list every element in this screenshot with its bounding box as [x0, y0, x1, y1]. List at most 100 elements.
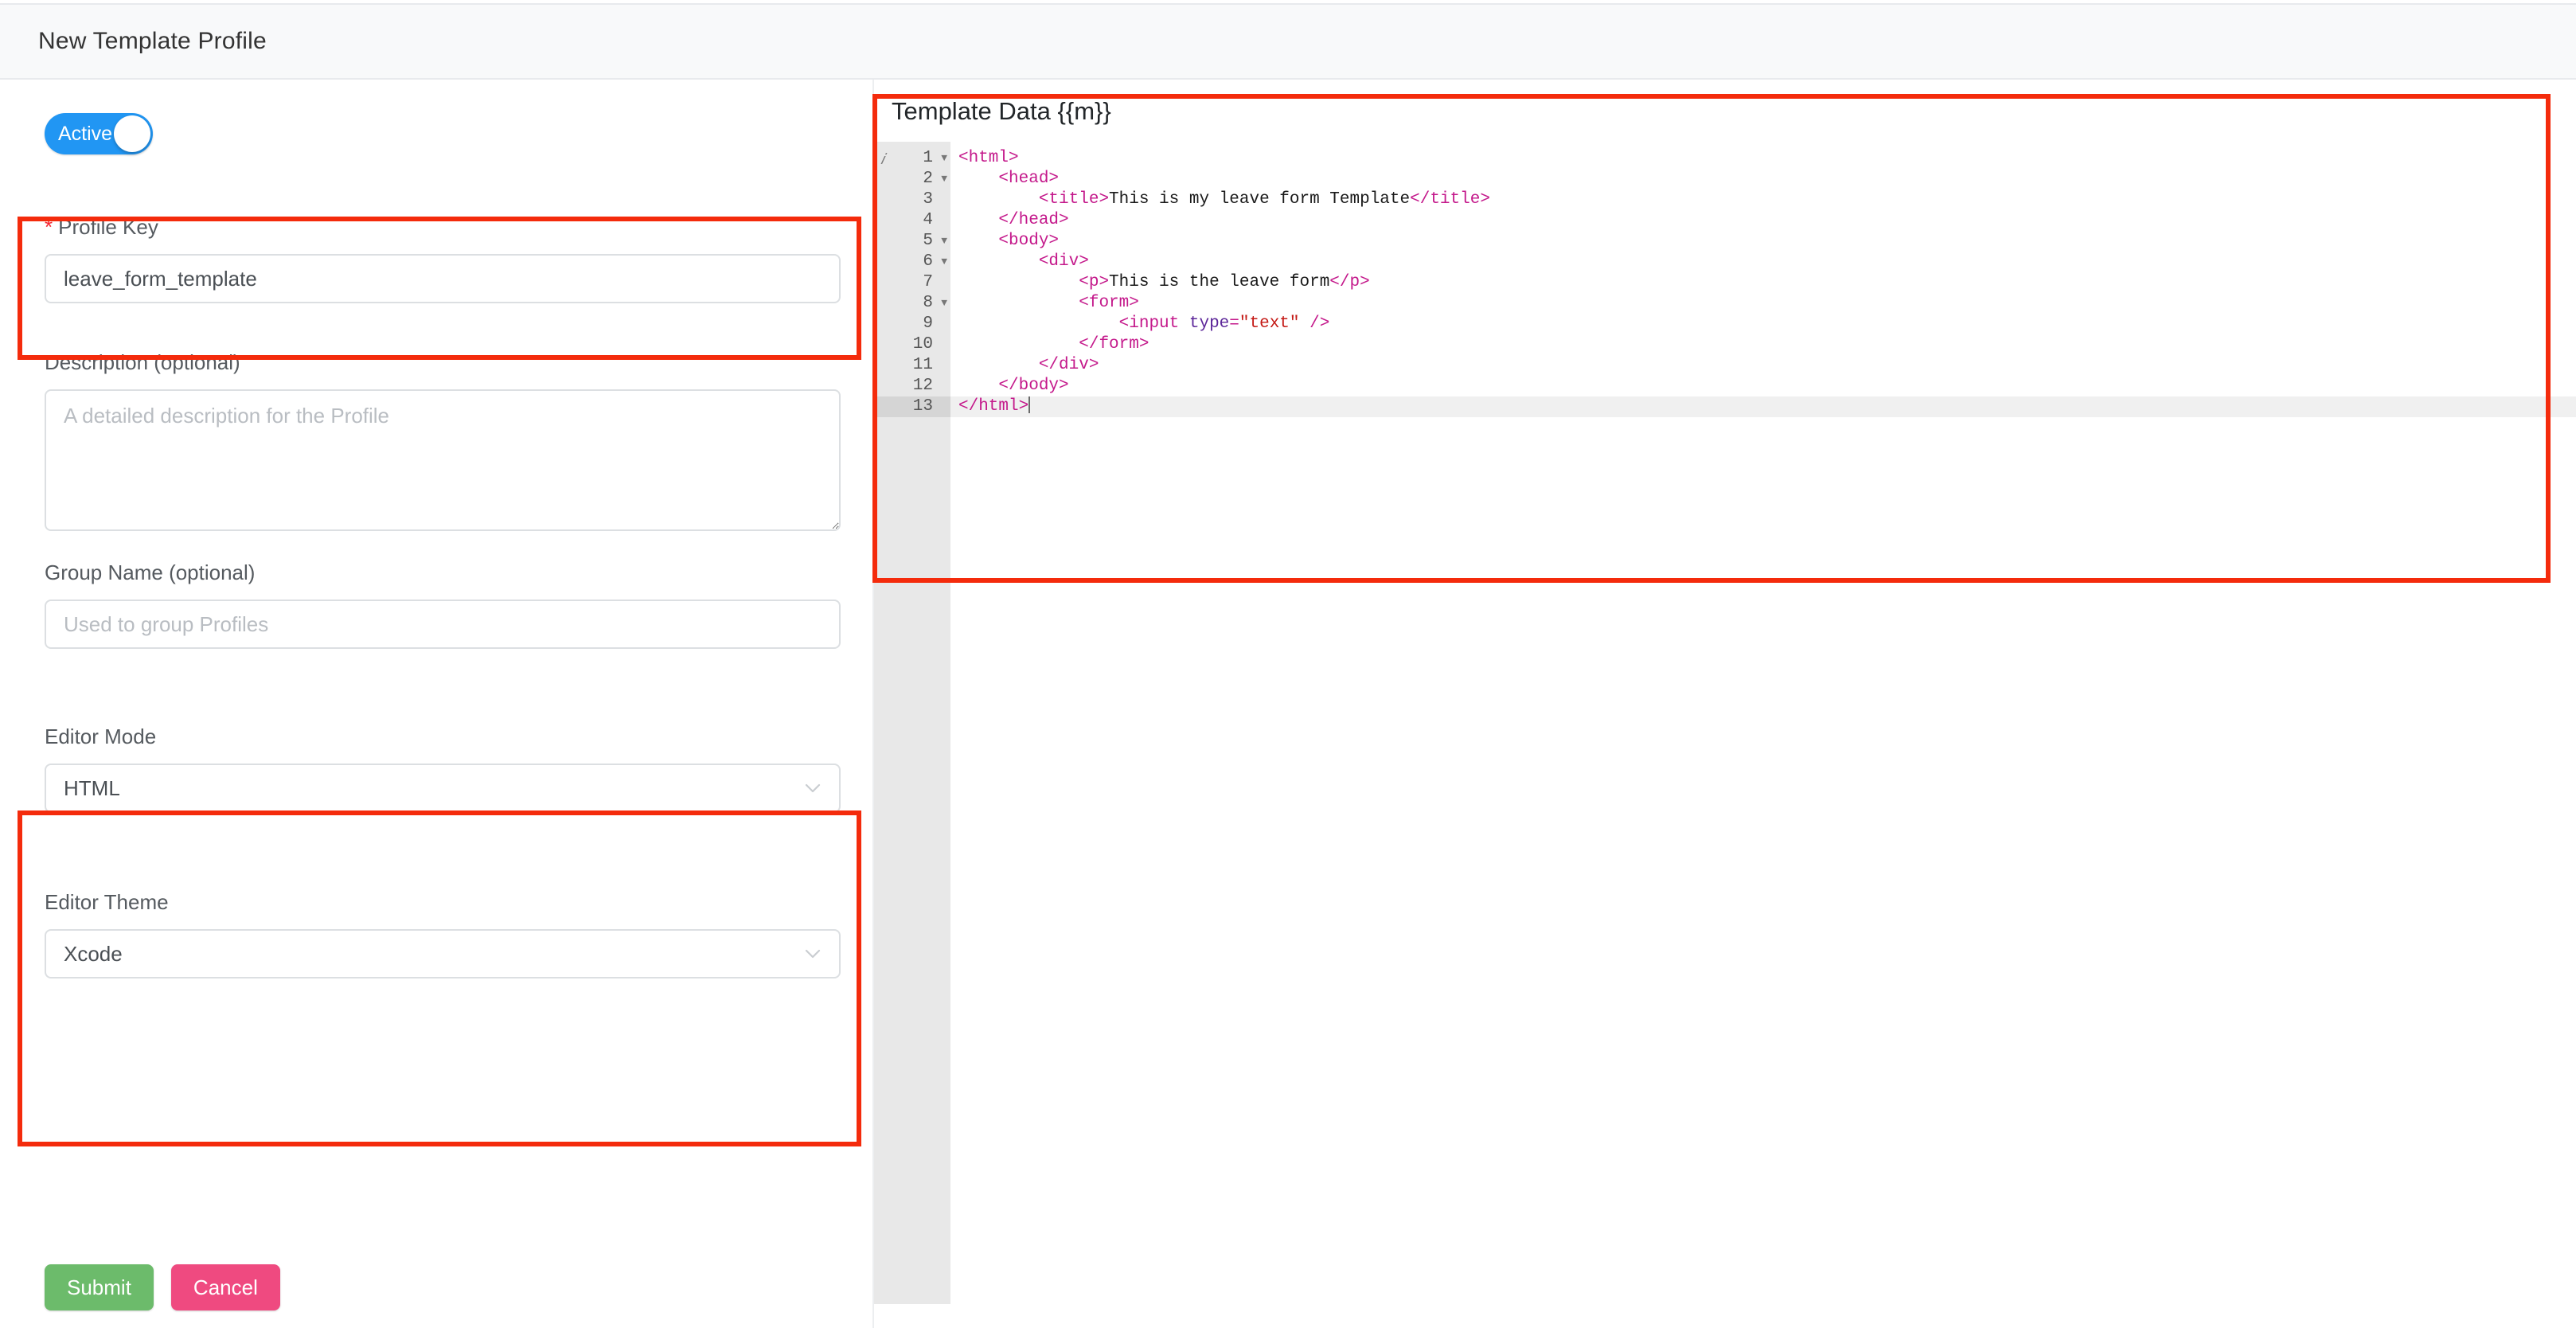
profile-key-input[interactable]	[45, 254, 841, 303]
gutter-line-number[interactable]: 3	[874, 189, 950, 210]
editor-theme-field: Editor Theme Xcode	[45, 890, 841, 978]
code-line[interactable]: <title>This is my leave form Template</t…	[950, 189, 2576, 210]
cancel-button[interactable]: Cancel	[170, 1264, 280, 1310]
gutter-line-number[interactable]: 2 ▼	[874, 169, 950, 189]
toggle-knob-icon	[114, 115, 150, 152]
code-line[interactable]: </body>	[950, 376, 2576, 396]
group-name-label: Group Name (optional)	[45, 560, 256, 584]
code-token-tag: <body>	[998, 232, 1060, 250]
gutter-line-number[interactable]: 1 ▼	[874, 148, 950, 169]
gutter-line-number[interactable]: 9	[874, 314, 950, 334]
gutter-line-number[interactable]: 12	[874, 376, 950, 396]
description-field: Description (optional)	[45, 350, 841, 531]
code-token-tag: </head>	[998, 211, 1069, 229]
code-line[interactable]: <form>	[950, 293, 2576, 314]
gutter-line-number[interactable]: 4	[874, 210, 950, 231]
fold-toggle-icon[interactable]: ▼	[941, 169, 947, 189]
page-title: New Template Profile	[38, 28, 267, 54]
editor-code-area[interactable]: <html> <head> <title>This is my leave fo…	[950, 142, 2576, 1304]
profile-form-panel: Active *Profile Key Description (optiona…	[0, 80, 874, 1328]
group-name-field: Group Name (optional)	[45, 560, 841, 649]
text-cursor	[1028, 396, 1031, 413]
code-line[interactable]: </html>	[950, 396, 2576, 417]
editor-mode-select[interactable]: HTML	[45, 764, 841, 813]
code-token-eq: =	[1229, 314, 1239, 333]
description-textarea[interactable]	[45, 389, 841, 531]
template-data-panel: Template Data {{m}} 𝑖 1 ▼ 2 ▼ 3 4 5 ▼ 6 ▼ 7 8 ▼ 9 10 11…	[874, 80, 2576, 1328]
profile-key-label-text: Profile Key	[58, 215, 158, 239]
code-token-tag: </title>	[1410, 190, 1490, 209]
code-line[interactable]: </form>	[950, 334, 2576, 355]
gutter-line-number[interactable]: 10	[874, 334, 950, 355]
active-toggle-label: Active	[58, 122, 113, 145]
description-label: Description (optional)	[45, 350, 240, 374]
form-actions: Submit Cancel	[45, 1264, 280, 1310]
code-line[interactable]: <html>	[950, 148, 2576, 169]
code-line[interactable]: <body>	[950, 231, 2576, 252]
gutter-line-number[interactable]: 11	[874, 355, 950, 376]
editor-gutter[interactable]: 𝑖 1 ▼ 2 ▼ 3 4 5 ▼ 6 ▼ 7 8 ▼ 9 10 11 12 13	[874, 142, 950, 1304]
code-line[interactable]: </div>	[950, 355, 2576, 376]
active-toggle-row: Active	[45, 113, 153, 154]
fold-toggle-icon[interactable]: ▼	[941, 293, 947, 314]
required-asterisk-icon: *	[45, 215, 53, 239]
code-token-tag: </body>	[998, 377, 1069, 395]
group-name-input[interactable]	[45, 600, 841, 649]
code-line[interactable]: <head>	[950, 169, 2576, 189]
editor-theme-value: Xcode	[64, 941, 123, 966]
submit-button[interactable]: Submit	[45, 1264, 154, 1310]
code-token-tag: <div>	[1038, 252, 1089, 271]
code-token-tag: </form>	[1079, 335, 1149, 353]
code-token-tag: <form>	[1079, 294, 1139, 312]
code-line[interactable]: <div>	[950, 252, 2576, 272]
fold-toggle-icon[interactable]: ▼	[941, 148, 947, 169]
gutter-line-number[interactable]: 5 ▼	[874, 231, 950, 252]
gutter-line-number[interactable]: 8 ▼	[874, 293, 950, 314]
profile-key-label: * Profile Key	[45, 215, 841, 240]
editor-theme-label: Editor Theme	[45, 890, 169, 914]
code-token-txt: This is my leave form Template	[1109, 190, 1411, 209]
code-line[interactable]: </head>	[950, 210, 2576, 231]
fold-toggle-icon[interactable]: ▼	[941, 231, 947, 252]
template-data-title: Template Data {{m}}	[892, 97, 1111, 125]
page-body: Active *Profile Key Description (optiona…	[0, 80, 2576, 1328]
code-line[interactable]: <input type="text" />	[950, 314, 2576, 334]
editor-mode-label: Editor Mode	[45, 725, 157, 748]
code-token-tag: <html>	[958, 149, 1019, 167]
gutter-line-number[interactable]: 6 ▼	[874, 252, 950, 272]
code-token-tag: <head>	[998, 170, 1060, 188]
code-token-tag: </p>	[1329, 273, 1370, 291]
page-header: New Template Profile	[0, 3, 2576, 80]
editor-mode-value: HTML	[64, 775, 120, 800]
code-line[interactable]: <p>This is the leave form</p>	[950, 272, 2576, 293]
code-token-tag: />	[1299, 314, 1330, 333]
code-token-str: "text"	[1239, 314, 1300, 333]
profile-key-field: * Profile Key	[45, 215, 841, 303]
code-editor[interactable]: 𝑖 1 ▼ 2 ▼ 3 4 5 ▼ 6 ▼ 7 8 ▼ 9 10 11 12 13 <html> <head> <…	[874, 142, 2576, 1304]
code-token-tag: </div>	[1038, 356, 1099, 374]
code-token-tag: <p>	[1079, 273, 1110, 291]
editor-mode-select-wrap: HTML	[45, 764, 841, 813]
editor-theme-select[interactable]: Xcode	[45, 929, 841, 978]
editor-theme-select-wrap: Xcode	[45, 929, 841, 978]
code-token-attr: type	[1188, 314, 1230, 333]
code-token-tag: <input	[1118, 314, 1189, 333]
gutter-line-number[interactable]: 7	[874, 272, 950, 293]
editor-mode-field: Editor Mode HTML	[45, 725, 841, 813]
gutter-line-number[interactable]: 13	[874, 396, 950, 417]
fold-toggle-icon[interactable]: ▼	[941, 252, 947, 272]
active-toggle[interactable]: Active	[45, 113, 153, 154]
code-token-txt: This is the leave form	[1109, 273, 1330, 291]
code-token-tag: <title>	[1038, 190, 1110, 209]
